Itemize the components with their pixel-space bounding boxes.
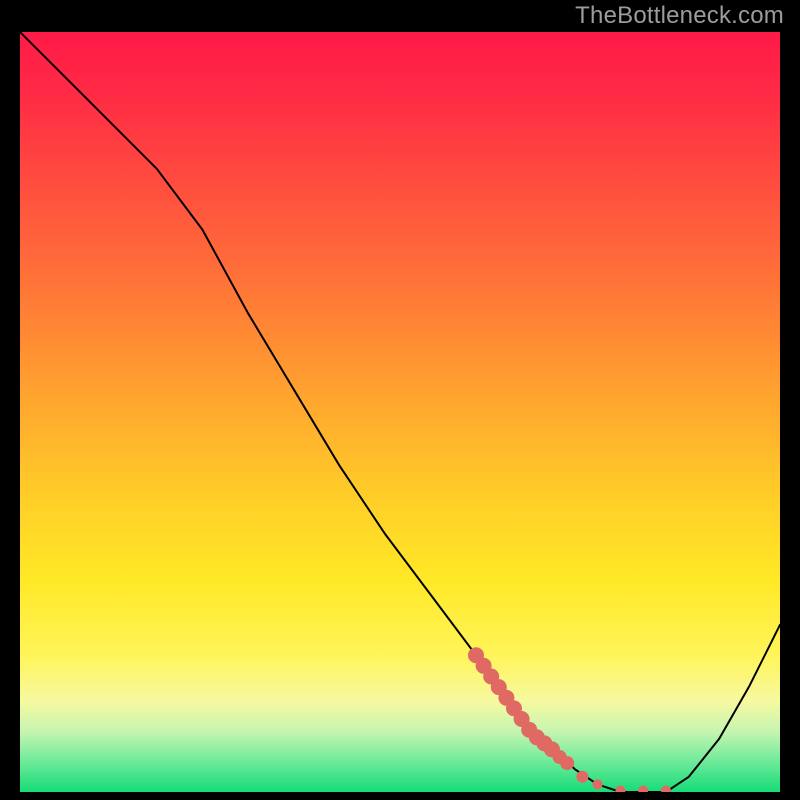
highlight-markers	[468, 647, 671, 792]
chart-overlay	[20, 32, 780, 792]
bottleneck-curve	[20, 32, 780, 792]
highlight-marker	[638, 786, 648, 793]
watermark-text: TheBottleneck.com	[575, 2, 784, 30]
highlight-marker	[661, 786, 671, 793]
highlight-marker	[560, 756, 574, 770]
highlight-marker	[615, 786, 625, 793]
chart-frame: TheBottleneck.com	[0, 0, 800, 800]
highlight-marker	[576, 771, 588, 783]
highlight-marker	[593, 779, 603, 789]
chart-plot-area	[20, 32, 780, 792]
